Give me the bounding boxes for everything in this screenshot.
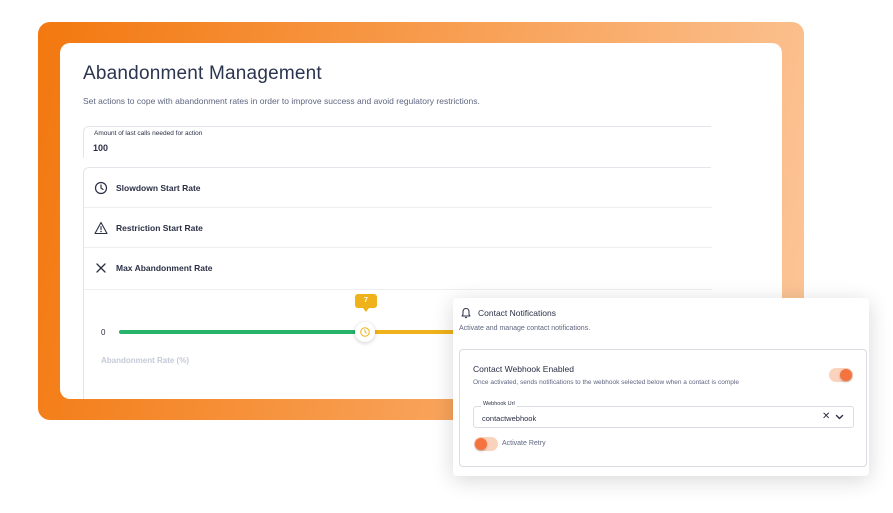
contact-notifications-subtitle: Activate and manage contact notification… (459, 325, 591, 332)
webhook-description: Once activated, sends notifications to t… (473, 379, 739, 386)
page-title: Abandonment Management (83, 63, 322, 84)
close-x-icon (96, 263, 106, 273)
toggle-knob (840, 369, 852, 381)
rate-label: Max Abandonment Rate (116, 263, 213, 273)
rate-row-max[interactable]: Max Abandonment Rate (84, 248, 712, 290)
webhook-settings-box: Contact Webhook Enabled Once activated, … (459, 349, 867, 467)
rate-label: Restriction Start Rate (116, 223, 203, 233)
slider-track-green[interactable] (119, 330, 365, 334)
last-calls-field[interactable]: Amount of last calls needed for action 1… (83, 126, 711, 158)
last-calls-label: Amount of last calls needed for action (94, 130, 203, 137)
last-calls-input[interactable]: 100 (93, 143, 108, 153)
clock-icon (94, 181, 108, 195)
contact-notifications-title: Contact Notifications (478, 308, 556, 318)
slider-thumb[interactable] (355, 322, 375, 342)
rate-row-slowdown[interactable]: Slowdown Start Rate (84, 168, 712, 208)
webhook-url-value: contactwebhook (482, 414, 537, 423)
slider-axis-title: Abandonment Rate (%) (101, 356, 189, 365)
webhook-title: Contact Webhook Enabled (473, 364, 574, 374)
toggle-knob (475, 438, 487, 450)
webhook-enabled-toggle[interactable] (829, 368, 853, 382)
slider-min-label: 0 (101, 328, 106, 337)
activate-retry-label: Activate Retry (502, 440, 546, 447)
webhook-url-select[interactable]: Webhook Url contactwebhook ✕ (473, 401, 854, 428)
webhook-url-label: Webhook Url (481, 401, 517, 407)
rate-label: Slowdown Start Rate (116, 183, 201, 193)
clear-icon[interactable]: ✕ (822, 411, 830, 422)
warning-triangle-icon (94, 221, 108, 235)
slider-value-bubble: 7 (355, 294, 377, 312)
activate-retry-toggle[interactable] (474, 437, 498, 451)
contact-notifications-card: Contact Notifications Activate and manag… (453, 298, 869, 476)
clock-icon (360, 327, 370, 337)
chevron-down-icon[interactable] (835, 413, 844, 421)
page-subtitle: Set actions to cope with abandonment rat… (83, 96, 480, 106)
rate-row-restriction[interactable]: Restriction Start Rate (84, 208, 712, 248)
bell-icon (461, 308, 471, 319)
